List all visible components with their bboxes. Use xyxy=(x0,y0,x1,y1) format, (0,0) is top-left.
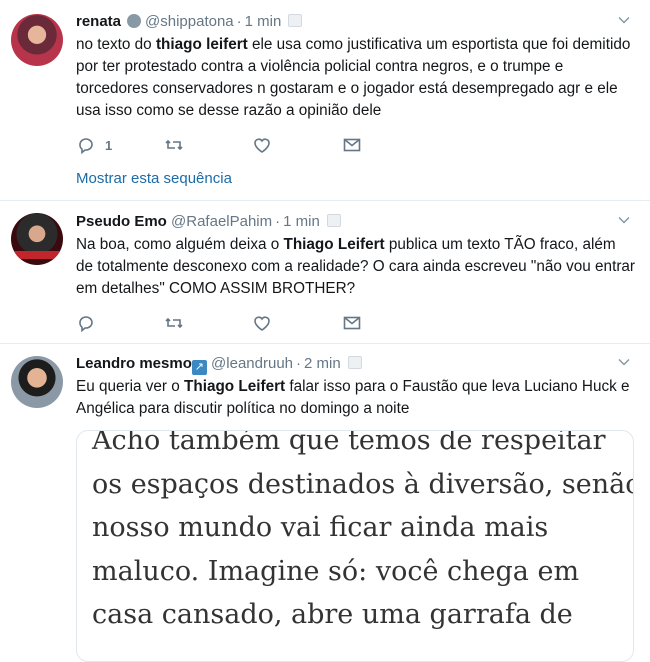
user-handle[interactable]: @leandruuh xyxy=(211,355,293,372)
user-name[interactable]: renata xyxy=(76,13,121,30)
tweet-text: no texto do thiago leifert ele usa como … xyxy=(76,36,631,119)
message-button[interactable] xyxy=(342,313,362,333)
phone-icon xyxy=(347,356,362,369)
message-button[interactable] xyxy=(342,135,362,155)
tweet-image-card[interactable]: Acho também que temos de respeitar os es… xyxy=(76,430,634,662)
tweet-time[interactable]: 2 min xyxy=(304,355,341,372)
like-button[interactable] xyxy=(252,135,272,155)
retweet-icon xyxy=(165,317,183,329)
image-text-line: os espaços destinados à diversão, senão xyxy=(92,468,634,500)
image-text-line: nosso mundo vai ficar ainda mais xyxy=(92,512,549,543)
reply-count: 1 xyxy=(105,137,113,153)
mention-bold: Thiago Leifert xyxy=(184,378,286,395)
user-handle[interactable]: @shippatona xyxy=(145,13,234,30)
message-icon xyxy=(343,138,361,152)
message-icon xyxy=(343,316,361,330)
chevron-down-icon[interactable] xyxy=(618,14,630,26)
user-handle[interactable]: @RafaelPahim xyxy=(171,213,272,230)
retweet-button[interactable] xyxy=(164,313,184,333)
image-text-line: Acho também que temos de respeitar xyxy=(92,430,606,456)
reply-button[interactable]: 1 xyxy=(76,135,112,155)
retweet-icon xyxy=(165,139,183,151)
avatar[interactable] xyxy=(11,213,63,265)
phone-icon xyxy=(326,214,341,227)
show-thread-link[interactable]: Mostrar esta sequência xyxy=(76,170,232,187)
mention-bold: thiago leifert xyxy=(155,36,248,53)
phone-icon xyxy=(288,14,303,27)
user-name[interactable]: Leandro mesmo xyxy=(76,355,192,372)
mention-bold: Thiago Leifert xyxy=(283,236,385,253)
chevron-down-icon[interactable] xyxy=(618,214,630,226)
tweet-text: Na boa, como alguém deixa o Thiago Leife… xyxy=(76,236,636,297)
chevron-down-icon[interactable] xyxy=(618,356,630,368)
like-button[interactable] xyxy=(252,313,272,333)
image-text-line: casa cansado, abre uma garrafa de xyxy=(92,599,573,630)
tweet-header: Leandro mesmo ↗ @leandruuh · 2 min xyxy=(76,354,362,375)
tweet-header: Pseudo Emo @RafaelPahim · 1 min xyxy=(76,212,341,232)
image-text: Acho também que temos de respeitar os es… xyxy=(92,430,634,637)
reply-icon xyxy=(79,138,93,155)
like-icon xyxy=(254,138,270,153)
image-text-line: maluco. Imagine só: você chega em xyxy=(92,555,580,587)
tweet-header: renata @shippatona · 1 min xyxy=(76,12,303,32)
tweet-time[interactable]: 1 min xyxy=(245,13,282,30)
tweet-text: Eu queria ver o Thiago Leifert falar iss… xyxy=(76,378,630,417)
avatar[interactable] xyxy=(11,356,63,408)
reply-button[interactable] xyxy=(76,313,96,333)
retweet-button[interactable] xyxy=(164,135,184,155)
avatar[interactable] xyxy=(11,14,63,66)
user-name[interactable]: Pseudo Emo xyxy=(76,213,167,230)
tweet-time[interactable]: 1 min xyxy=(283,213,320,230)
status-dot-icon xyxy=(127,14,142,28)
reply-icon xyxy=(79,316,93,333)
arrow-emoji-icon: ↗ xyxy=(191,360,207,375)
like-icon xyxy=(254,316,270,331)
